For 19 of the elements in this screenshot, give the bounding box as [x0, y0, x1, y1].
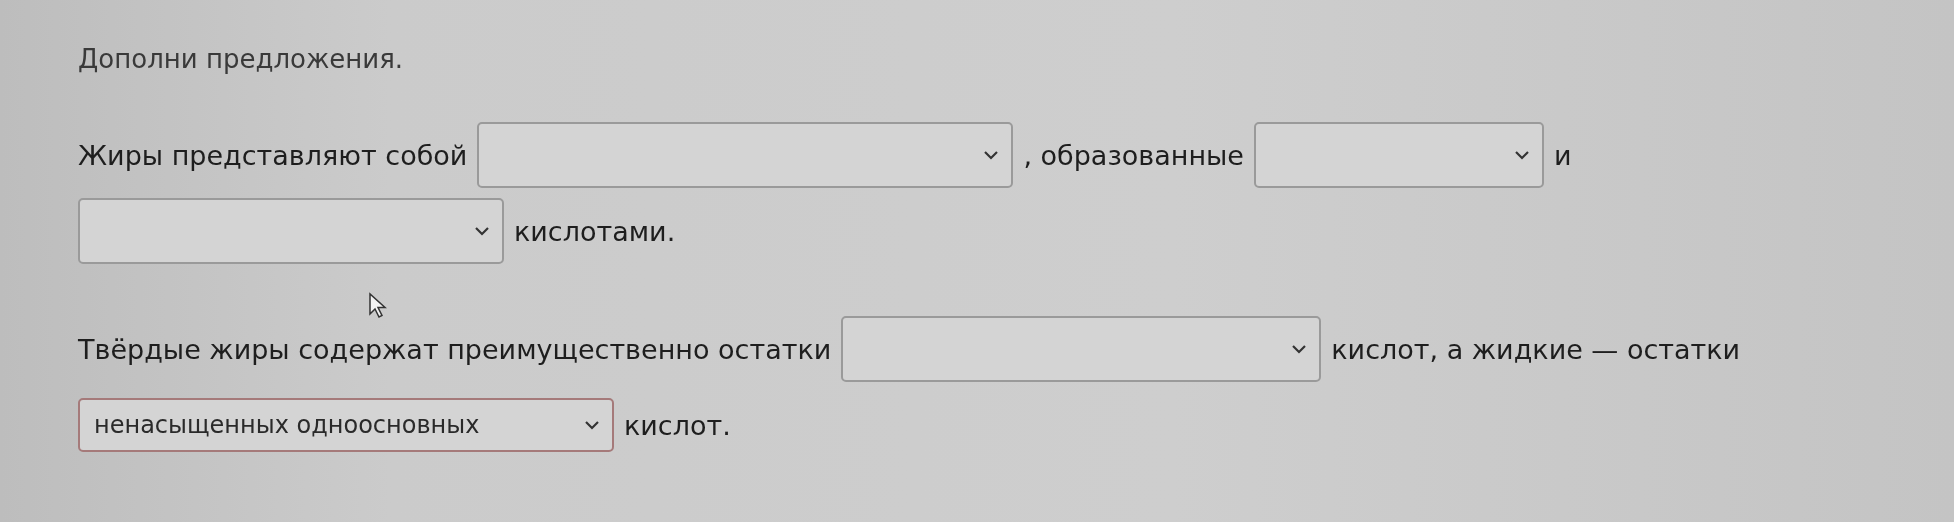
sentence-text: Жиры представляют собой	[78, 139, 468, 171]
answer-dropdown[interactable]: ненасыщенных одноосновных	[78, 398, 614, 452]
answer-dropdown[interactable]	[841, 316, 1322, 382]
chevron-down-icon	[983, 150, 1000, 160]
chevron-down-icon	[1514, 150, 1530, 160]
instruction-text: Дополни предложения.	[78, 44, 405, 74]
sentence-text: Твёрдые жиры содержат преимущественно остатки	[78, 333, 832, 365]
sentence-text: , образованные	[1023, 139, 1244, 171]
answer-dropdown[interactable]	[78, 198, 504, 264]
chevron-down-icon	[584, 420, 600, 430]
answer-dropdown[interactable]	[477, 122, 1014, 188]
sentence-text: кислот.	[624, 409, 731, 441]
sentence-text: кислотами.	[514, 215, 676, 247]
sentence-text: и	[1554, 139, 1572, 171]
answer-dropdown[interactable]	[1254, 122, 1544, 188]
chevron-down-icon	[1291, 344, 1308, 354]
chevron-down-icon	[474, 226, 490, 236]
sentence-text: кислот, а жидкие — остатки	[1331, 333, 1741, 365]
mouse-pointer-icon	[368, 292, 388, 320]
